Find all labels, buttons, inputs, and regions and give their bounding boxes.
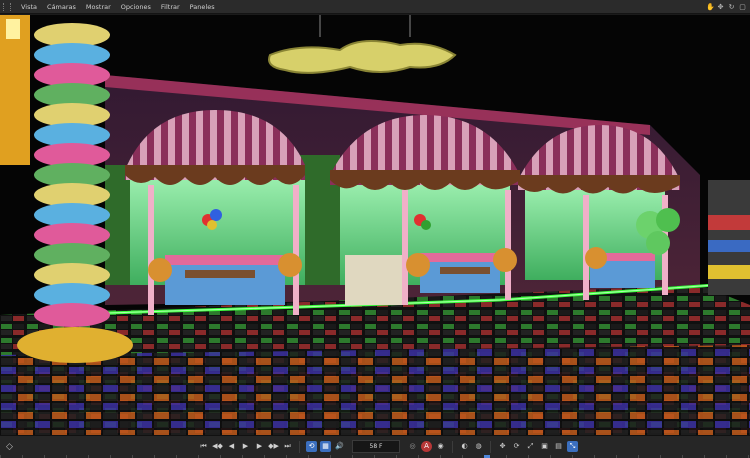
loop-icon[interactable]: ⟲ xyxy=(306,441,317,452)
param-key-icon[interactable]: ▣ xyxy=(539,441,550,452)
point-level-icon[interactable]: ▤ xyxy=(553,441,564,452)
separator xyxy=(490,440,491,453)
current-frame-field[interactable]: 58 F xyxy=(352,440,400,453)
viewport-menubar: Vista Cámaras Mostrar Opciones Filtrar P… xyxy=(0,0,750,14)
playback-controls: ⏮ ◀◆ ◀ ▶ ▶ ◆▶ ⏭ ⟲ ▦ 🔊 58 F ◎ A ◉ ◐ ◍ ✥ ⟳… xyxy=(198,439,578,454)
rotate-icon[interactable]: ↻ xyxy=(728,3,735,11)
play-icon[interactable]: ▶ xyxy=(240,441,251,452)
record-settings-icon[interactable]: ◍ xyxy=(473,441,484,452)
pan-hand-icon[interactable]: ✋ xyxy=(706,3,715,11)
step-back-icon[interactable]: ◀ xyxy=(226,441,237,452)
preview-range-icon[interactable]: ▦ xyxy=(320,441,331,452)
keyframe-diamond-icon[interactable]: ◇ xyxy=(6,442,16,452)
separator xyxy=(452,440,453,453)
render-viewport[interactable] xyxy=(0,15,750,435)
maximize-icon[interactable]: ▢ xyxy=(739,3,746,11)
viewport-nav-icons: ✋ ✥ ↻ ▢ xyxy=(706,0,746,14)
render-scene xyxy=(0,15,750,435)
next-key-icon[interactable]: ◆▶ xyxy=(268,441,279,452)
sound-icon[interactable]: 🔊 xyxy=(334,441,345,452)
timeline-bar: ◇ ⏮ ◀◆ ◀ ▶ ▶ ◆▶ ⏭ ⟲ ▦ 🔊 58 F ◎ A ◉ ◐ ◍ ✥… xyxy=(0,435,750,458)
menu-mostrar[interactable]: Mostrar xyxy=(81,0,116,14)
menu-paneles[interactable]: Paneles xyxy=(185,0,220,14)
menu-opciones[interactable]: Opciones xyxy=(116,0,156,14)
motion-record-icon[interactable]: ◐ xyxy=(459,441,470,452)
record-keys-icon[interactable]: ◉ xyxy=(435,441,446,452)
move-arrows-icon[interactable]: ✥ xyxy=(717,3,724,11)
go-to-end-icon[interactable]: ⏭ xyxy=(282,441,293,452)
go-to-start-icon[interactable]: ⏮ xyxy=(198,441,209,452)
scale-key-icon[interactable]: ⤢ xyxy=(525,441,536,452)
position-key-icon[interactable]: ✥ xyxy=(497,441,508,452)
menu-vista[interactable]: Vista xyxy=(16,0,42,14)
menu-filtrar[interactable]: Filtrar xyxy=(156,0,185,14)
interpolation-icon[interactable]: ⤡ xyxy=(567,441,578,452)
step-forward-icon[interactable]: ▶ xyxy=(254,441,265,452)
autokey-record-icon[interactable]: A xyxy=(421,441,432,452)
separator xyxy=(299,440,300,453)
menu-camaras[interactable]: Cámaras xyxy=(42,0,81,14)
prev-key-icon[interactable]: ◀◆ xyxy=(212,441,223,452)
record-ring-icon[interactable]: ◎ xyxy=(407,441,418,452)
rotation-key-icon[interactable]: ⟳ xyxy=(511,441,522,452)
menu-grip-handle[interactable] xyxy=(3,2,11,11)
